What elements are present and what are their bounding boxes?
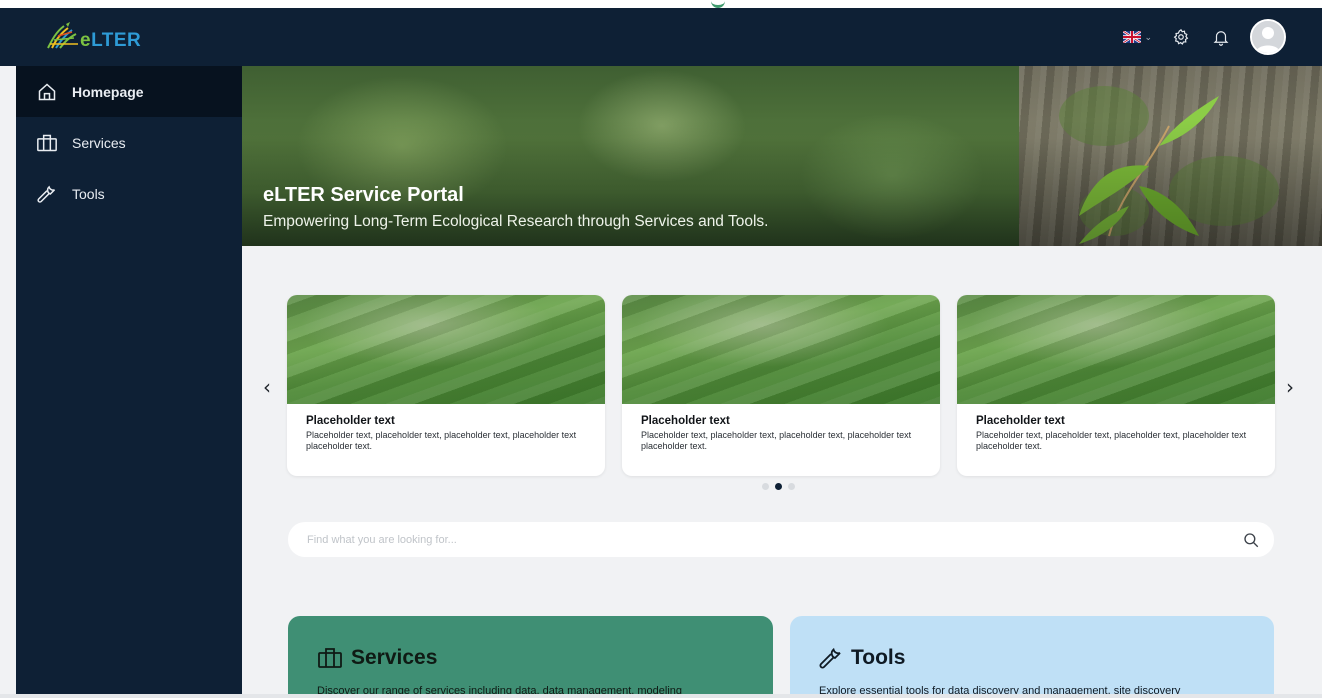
services-icon <box>318 648 342 668</box>
logo-text-lter: LTER <box>91 30 142 51</box>
card-text: Placeholder text, placeholder text, plac… <box>976 430 1247 451</box>
search-icon[interactable] <box>1242 531 1260 549</box>
card-image <box>622 295 940 404</box>
page-subtitle: Empowering Long-Term Ecological Research… <box>263 213 769 230</box>
card-title: Placeholder text <box>641 415 730 427</box>
sidebar-item-label: Homepage <box>72 83 144 100</box>
card-image <box>957 295 1275 404</box>
header-actions: ⌄ <box>1123 8 1286 66</box>
settings-icon[interactable] <box>1170 26 1192 48</box>
featured-carousel: ‹ › Placeholder text Placeholder text, p… <box>242 295 1322 505</box>
sidebar-item-homepage[interactable]: Homepage <box>16 66 242 117</box>
card-title: Placeholder text <box>306 415 395 427</box>
card-body: Placeholder text Placeholder text, place… <box>287 404 605 452</box>
sidebar-item-label: Tools <box>72 185 105 202</box>
avatar[interactable] <box>1250 19 1286 55</box>
home-icon <box>36 81 58 103</box>
logo-text-e: e <box>80 30 92 51</box>
carousel-prev-button[interactable]: ‹ <box>263 375 271 399</box>
services-icon <box>36 132 58 154</box>
sidebar-item-services[interactable]: Services <box>16 117 242 168</box>
window-bottom-edge <box>0 694 1322 698</box>
uk-flag-icon <box>1123 31 1142 43</box>
wrench-icon <box>36 183 58 205</box>
carousel-dot[interactable] <box>762 483 769 490</box>
elter-logo[interactable]: eLTER <box>44 16 141 56</box>
chevron-down-icon: ⌄ <box>1144 31 1152 42</box>
carousel-card[interactable]: Placeholder text Placeholder text, place… <box>622 295 940 476</box>
elter-logo-icon <box>47 22 78 49</box>
sidebar-item-tools[interactable]: Tools <box>16 168 242 219</box>
card-title: Placeholder text <box>976 415 1065 427</box>
user-avatar-icon <box>1252 21 1284 53</box>
sidebar: Homepage Services Tools <box>16 66 242 694</box>
search-bar <box>288 522 1274 557</box>
language-selector[interactable]: ⌄ <box>1123 31 1152 43</box>
services-panel-title: Services <box>351 646 438 669</box>
carousel-next-button[interactable]: › <box>1286 375 1294 399</box>
sidebar-item-label: Services <box>72 134 126 151</box>
carousel-card[interactable]: Placeholder text Placeholder text, place… <box>287 295 605 476</box>
services-panel-text: Discover our range of services including… <box>317 685 683 694</box>
tools-panel-title: Tools <box>851 646 906 669</box>
top-app-bar: eLTER ⌄ <box>0 8 1322 66</box>
card-text: Placeholder text, placeholder text, plac… <box>306 430 577 451</box>
bell-icon[interactable] <box>1210 26 1232 48</box>
hero-banner: eLTER Service Portal Empowering Long-Ter… <box>242 66 1322 246</box>
services-panel[interactable]: Services Discover our range of services … <box>288 616 773 694</box>
services-panel-heading: Services <box>317 646 744 670</box>
card-body: Placeholder text Placeholder text, place… <box>957 404 1275 452</box>
logo-wordmark: eLTER <box>80 30 141 52</box>
page-title: eLTER Service Portal <box>263 184 464 206</box>
tools-panel-text: Explore essential tools for data discove… <box>819 685 1181 694</box>
tools-panel[interactable]: Tools Explore essential tools for data d… <box>790 616 1274 694</box>
card-body: Placeholder text Placeholder text, place… <box>622 404 940 452</box>
card-text: Placeholder text, placeholder text, plac… <box>641 430 912 451</box>
carousel-card[interactable]: Placeholder text Placeholder text, place… <box>957 295 1275 476</box>
carousel-pagination <box>762 483 795 490</box>
carousel-dot-active[interactable] <box>775 483 782 490</box>
tools-panel-heading: Tools <box>819 646 1245 670</box>
search-input[interactable] <box>307 533 1242 546</box>
window-top-edge <box>0 0 1322 8</box>
main-content: eLTER Service Portal Empowering Long-Ter… <box>242 66 1322 694</box>
wrench-icon <box>819 647 841 669</box>
carousel-dot[interactable] <box>788 483 795 490</box>
card-image <box>287 295 605 404</box>
